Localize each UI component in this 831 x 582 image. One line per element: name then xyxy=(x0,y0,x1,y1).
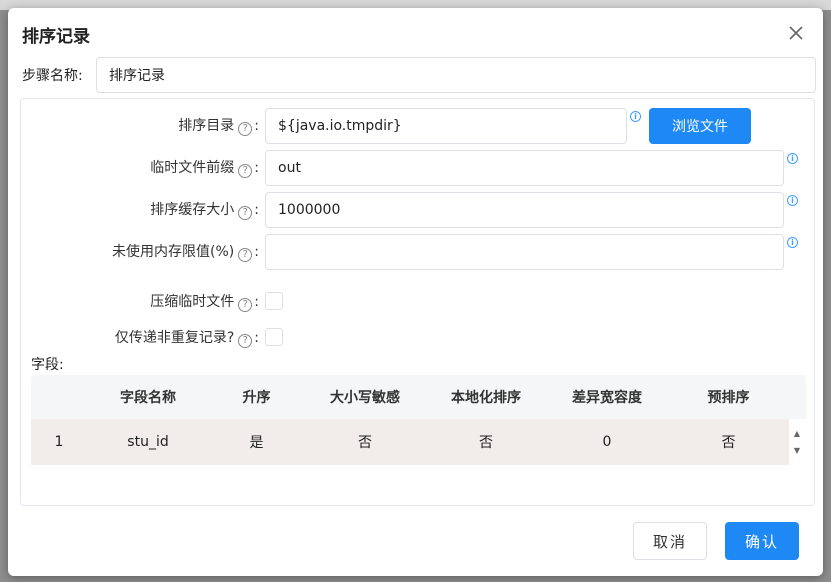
column-header-locale-sort[interactable]: 本地化排序 xyxy=(426,375,546,419)
close-icon[interactable] xyxy=(787,24,805,42)
column-header-index xyxy=(31,375,87,419)
compress-temp-checkbox[interactable] xyxy=(265,292,283,310)
step-name-input[interactable] xyxy=(96,57,816,93)
help-icon: ? xyxy=(238,248,253,262)
sort-dir-input[interactable] xyxy=(265,108,627,144)
help-icon: ? xyxy=(238,298,253,312)
column-header-case-sensitive[interactable]: 大小写敏感 xyxy=(304,375,426,419)
dialog-title: 排序记录 xyxy=(22,27,90,47)
help-icon: ? xyxy=(238,334,253,348)
help-icon: ? xyxy=(238,122,253,136)
row-index: 1 xyxy=(54,434,64,450)
cancel-button[interactable]: 取消 xyxy=(633,522,707,560)
info-icon: i xyxy=(787,195,798,206)
free-memory-input[interactable] xyxy=(265,234,784,270)
info-icon: i xyxy=(787,237,798,248)
column-header-collator-strength[interactable]: 差异宽容度 xyxy=(546,375,668,419)
help-icon: ? xyxy=(238,164,253,178)
sort-buffer-label: 排序缓存大小?: xyxy=(150,202,259,220)
browse-file-button[interactable]: 浏览文件 xyxy=(649,108,751,144)
scroll-up-icon[interactable]: ▲ xyxy=(791,425,803,442)
step-name-label: 步骤名称: xyxy=(22,68,83,84)
cell-locale-sort[interactable]: 否 xyxy=(426,419,546,465)
cell-presorted[interactable]: 否 xyxy=(668,419,789,465)
sort-buffer-input[interactable] xyxy=(265,192,784,228)
info-icon: i xyxy=(630,111,641,122)
fields-table: 字段名称 升序 大小写敏感 本地化排序 差异宽容度 预排序 1 stu_id 是… xyxy=(31,375,806,467)
unique-only-checkbox[interactable] xyxy=(265,328,283,346)
column-header-presorted[interactable]: 预排序 xyxy=(668,375,789,419)
cell-ascending[interactable]: 是 xyxy=(209,419,304,465)
cell-field-name[interactable]: stu_id xyxy=(87,419,209,465)
sort-dir-label: 排序目录?: xyxy=(178,118,259,136)
column-header-field-name[interactable]: 字段名称 xyxy=(87,375,209,419)
sort-records-dialog: 排序记录 步骤名称: 排序目录?: i 浏览文件 临时文件前缀?: i 排序缓存… xyxy=(8,8,823,576)
temp-prefix-input[interactable] xyxy=(265,150,784,186)
help-icon: ? xyxy=(238,206,253,220)
fields-label: 字段: xyxy=(31,357,64,373)
temp-prefix-label: 临时文件前缀?: xyxy=(150,160,259,178)
cell-collator-strength[interactable]: 0 xyxy=(546,419,668,465)
table-scrollbar[interactable]: ▲ ▼ xyxy=(791,425,803,461)
cell-case-sensitive[interactable]: 否 xyxy=(304,419,426,465)
info-icon: i xyxy=(787,153,798,164)
settings-panel: 排序目录?: i 浏览文件 临时文件前缀?: i 排序缓存大小?: i 未使用内… xyxy=(20,98,815,506)
confirm-button[interactable]: 确认 xyxy=(725,522,799,560)
table-header: 字段名称 升序 大小写敏感 本地化排序 差异宽容度 预排序 xyxy=(31,375,806,419)
free-memory-label: 未使用内存限值(%)?: xyxy=(112,244,259,262)
compress-temp-label: 压缩临时文件?: xyxy=(150,294,259,312)
table-row[interactable]: 1 stu_id 是 否 否 0 否 xyxy=(31,419,789,465)
unique-only-label: 仅传递非重复记录??: xyxy=(114,330,259,348)
column-header-ascending[interactable]: 升序 xyxy=(209,375,304,419)
scroll-down-icon[interactable]: ▼ xyxy=(791,442,803,459)
